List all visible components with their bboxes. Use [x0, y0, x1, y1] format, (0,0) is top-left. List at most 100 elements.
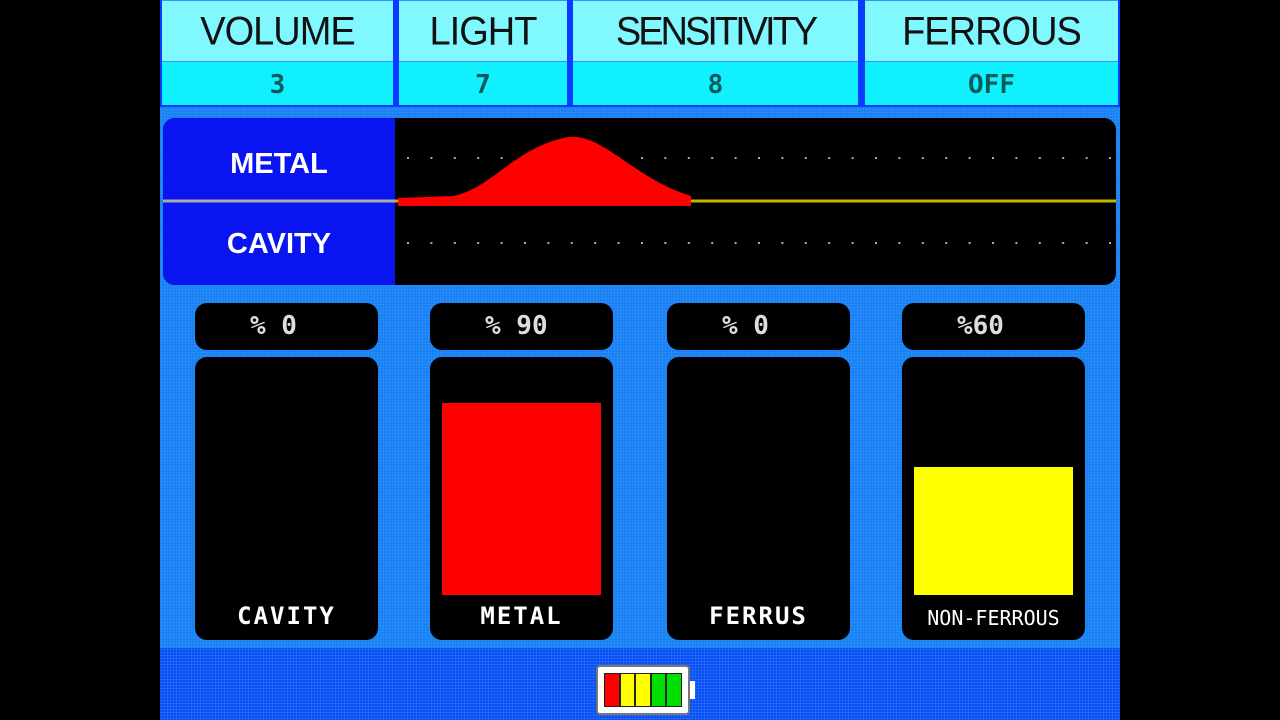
grid-dot	[875, 242, 877, 244]
battery-segment	[620, 674, 635, 706]
meter-percent: %60	[902, 303, 1085, 350]
settings-header: VOLUME 3 LIGHT 7 SENSITIVITY 8 FERROUS O…	[160, 0, 1120, 107]
grid-dot	[804, 157, 807, 159]
grid-dot	[407, 157, 409, 159]
grid-dot	[1109, 242, 1111, 244]
battery-segment	[651, 674, 666, 706]
meter-percent-text: % 0	[250, 311, 297, 341]
grid-dot	[430, 242, 433, 244]
grid-dot	[641, 242, 643, 244]
grid-dot	[500, 157, 503, 159]
battery-icon	[596, 665, 695, 715]
signal-graph: METAL CAVITY	[163, 118, 1116, 285]
grid-dot	[1085, 242, 1088, 244]
grid-dot	[734, 242, 737, 244]
signal-curve	[398, 136, 691, 206]
setting-volume[interactable]: VOLUME 3	[162, 0, 393, 105]
detector-screen: VOLUME 3 LIGHT 7 SENSITIVITY 8 FERROUS O…	[160, 0, 1120, 720]
grid-dot	[945, 157, 948, 159]
setting-value: 7	[399, 62, 567, 105]
grid-dot	[1038, 242, 1041, 244]
grid-dot	[945, 242, 948, 244]
grid-dot	[898, 157, 901, 159]
grid-dot	[992, 242, 994, 244]
grid-dot	[547, 242, 550, 244]
meter-label: FERRUS	[709, 602, 808, 630]
grid-dot	[875, 157, 877, 159]
battery-segment	[636, 674, 650, 706]
meter-cavity: CAVITY	[195, 357, 378, 640]
setting-value: OFF	[865, 62, 1118, 105]
grid-dot	[781, 157, 784, 159]
setting-value: 3	[162, 62, 393, 105]
grid-dot	[921, 157, 924, 159]
signal-plot	[163, 136, 1116, 244]
grid-dot	[1015, 242, 1018, 244]
status-bar	[160, 648, 1120, 720]
meter-label: CAVITY	[237, 602, 336, 630]
grid-dot	[758, 242, 760, 244]
meter-percent-text: % 0	[722, 311, 769, 341]
setting-sensitivity[interactable]: SENSITIVITY 8	[573, 0, 858, 105]
meter-label: METAL	[480, 602, 563, 630]
battery-level	[604, 673, 682, 707]
grid-dot	[524, 242, 526, 244]
setting-label: LIGHT	[399, 0, 567, 62]
grid-dot	[1015, 157, 1018, 159]
grid-dot	[804, 242, 807, 244]
grid-dot	[477, 242, 480, 244]
grid-dot	[992, 157, 994, 159]
meter-percent: % 0	[195, 303, 378, 350]
grid-dot	[711, 242, 714, 244]
setting-label: SENSITIVITY	[573, 0, 858, 62]
setting-label: FERROUS	[865, 0, 1118, 62]
grid-dot	[500, 242, 503, 244]
grid-dot	[781, 242, 784, 244]
grid-dot	[898, 242, 901, 244]
grid-dot	[407, 242, 409, 244]
grid-dot	[828, 157, 831, 159]
battery-tip	[690, 681, 695, 699]
meter-fill	[914, 467, 1073, 595]
grid-dot	[453, 157, 456, 159]
grid-dot	[968, 242, 971, 244]
grid-dot	[1085, 157, 1088, 159]
grid-dot	[1109, 157, 1111, 159]
grid-dot	[687, 157, 690, 159]
grid-dot	[641, 157, 643, 159]
grid-dot	[734, 157, 737, 159]
meter-percent: % 90	[430, 303, 613, 350]
grid-dot	[1062, 157, 1065, 159]
battery-segment	[667, 674, 681, 706]
grid-dot	[687, 242, 690, 244]
grid-dot	[1038, 157, 1041, 159]
grid-dot	[617, 242, 620, 244]
setting-light[interactable]: LIGHT 7	[399, 0, 567, 105]
grid-dot	[664, 157, 667, 159]
grid-dot	[570, 242, 573, 244]
grid-dot	[477, 157, 480, 159]
grid-dot	[828, 242, 831, 244]
grid-dot	[664, 242, 667, 244]
meter-non-ferrous: NON-FERROUS	[902, 357, 1085, 640]
grid-dot	[453, 242, 456, 244]
meter-label: NON-FERROUS	[927, 606, 1060, 630]
grid-dot	[1062, 242, 1065, 244]
meter-fill	[442, 403, 601, 595]
battery-segment	[605, 674, 619, 706]
meter-percent-text: %60	[957, 311, 1004, 341]
meter-metal: METAL	[430, 357, 613, 640]
grid-dot	[594, 242, 597, 244]
meter-ferrus: FERRUS	[667, 357, 850, 640]
setting-value: 8	[573, 62, 858, 105]
grid-dot	[711, 157, 714, 159]
grid-dot	[851, 157, 854, 159]
grid-dot	[430, 157, 433, 159]
grid-dot	[758, 157, 760, 159]
setting-label: VOLUME	[162, 0, 393, 62]
meter-percent-text: % 90	[485, 311, 548, 341]
meter-percent: % 0	[667, 303, 850, 350]
grid-dot	[851, 242, 854, 244]
setting-ferrous[interactable]: FERROUS OFF	[865, 0, 1118, 105]
grid-dot	[921, 242, 924, 244]
